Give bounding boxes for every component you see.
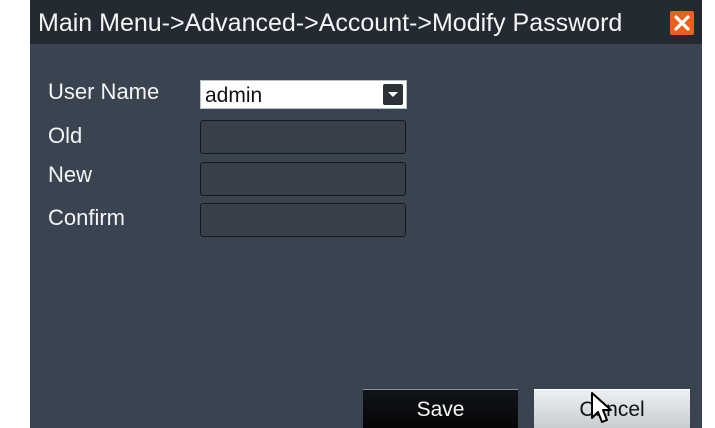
save-button[interactable]: Save xyxy=(363,389,518,428)
close-icon xyxy=(674,15,690,31)
cancel-button[interactable]: Cancel xyxy=(534,389,690,428)
window-title: Main Menu->Advanced->Account->Modify Pas… xyxy=(38,9,623,37)
title-bar: Main Menu->Advanced->Account->Modify Pas… xyxy=(30,0,702,44)
close-button[interactable] xyxy=(670,11,694,35)
new-password-label: New xyxy=(48,162,93,187)
new-password-field[interactable] xyxy=(200,162,406,196)
screen: Main Menu->Advanced->Account->Modify Pas… xyxy=(0,0,715,428)
old-password-field[interactable] xyxy=(200,120,406,154)
user-name-label: User Name xyxy=(48,79,160,104)
confirm-password-label: Confirm xyxy=(48,205,126,230)
confirm-password-field[interactable] xyxy=(200,203,406,237)
user-name-value: admin xyxy=(205,84,263,107)
dropdown-button[interactable] xyxy=(383,84,403,105)
chevron-down-icon xyxy=(388,92,398,97)
old-password-label: Old xyxy=(48,123,83,148)
user-name-select[interactable]: admin xyxy=(200,80,407,109)
modify-password-dialog: Main Menu->Advanced->Account->Modify Pas… xyxy=(30,0,702,428)
